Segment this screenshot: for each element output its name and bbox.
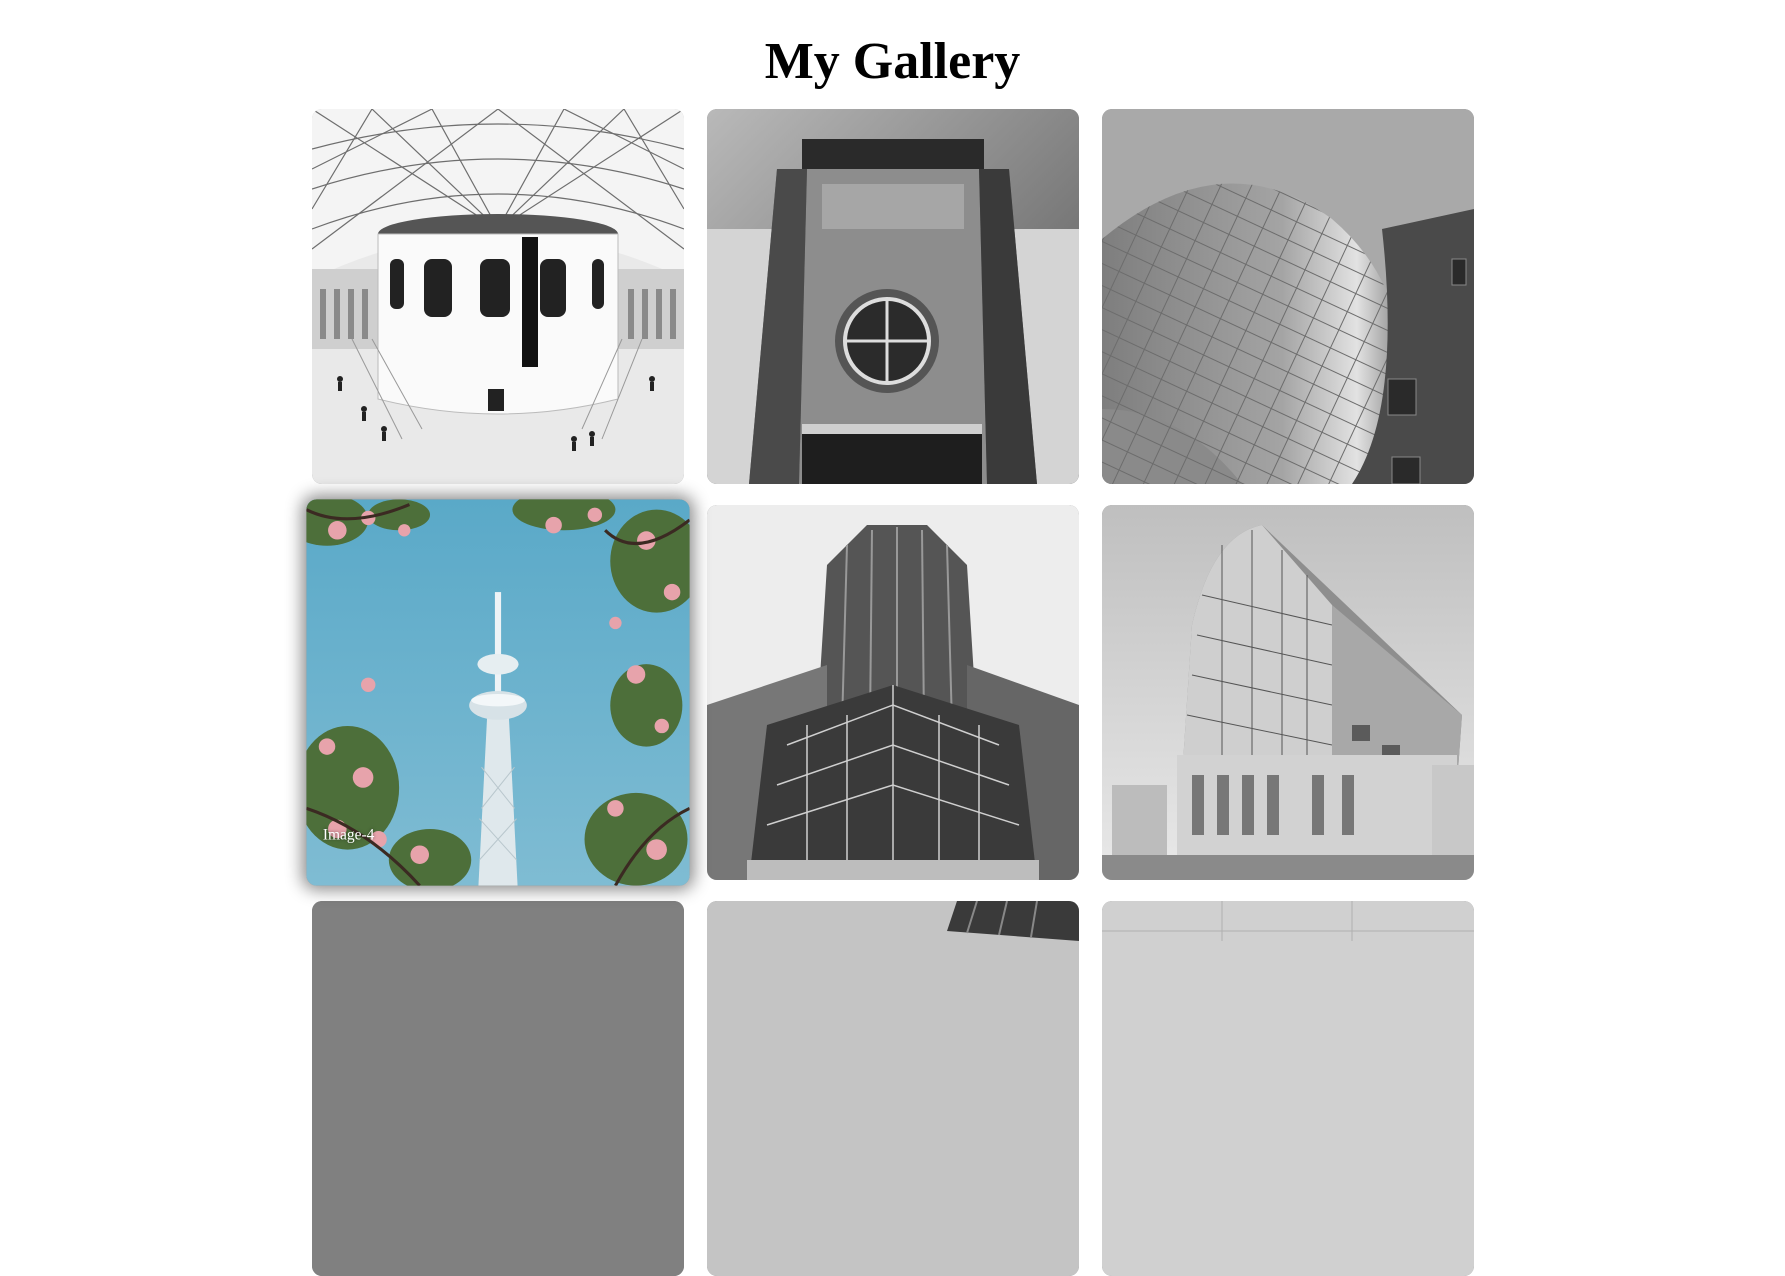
curved-office-building-photo <box>1102 505 1474 880</box>
curved-metal-building-photo <box>1102 109 1474 484</box>
page-title: My Gallery <box>764 33 1021 90</box>
photo-icon <box>707 901 1079 1276</box>
gallery-item-3[interactable] <box>1102 109 1474 484</box>
gallery-item-2[interactable] <box>707 109 1079 484</box>
gallery-grid: Image-4 <box>306 109 1474 1276</box>
gallery-item-6[interactable] <box>1102 505 1474 880</box>
gallery-item-5[interactable] <box>707 505 1079 880</box>
skyscraper-glass-atrium-photo <box>707 505 1079 880</box>
photo-icon <box>312 901 684 1276</box>
gallery-item-8[interactable] <box>707 901 1079 1276</box>
gallery-item-1[interactable] <box>312 109 684 484</box>
image-caption: Image-4 <box>322 826 375 844</box>
gallery-item-7[interactable] <box>312 901 684 1276</box>
photo-icon <box>1102 901 1474 1276</box>
gallery-item-9[interactable] <box>1102 901 1474 1276</box>
gallery-item-4[interactable]: Image-4 <box>306 499 690 886</box>
museum-great-court-photo <box>312 109 684 484</box>
round-window-facade-photo <box>707 109 1079 484</box>
